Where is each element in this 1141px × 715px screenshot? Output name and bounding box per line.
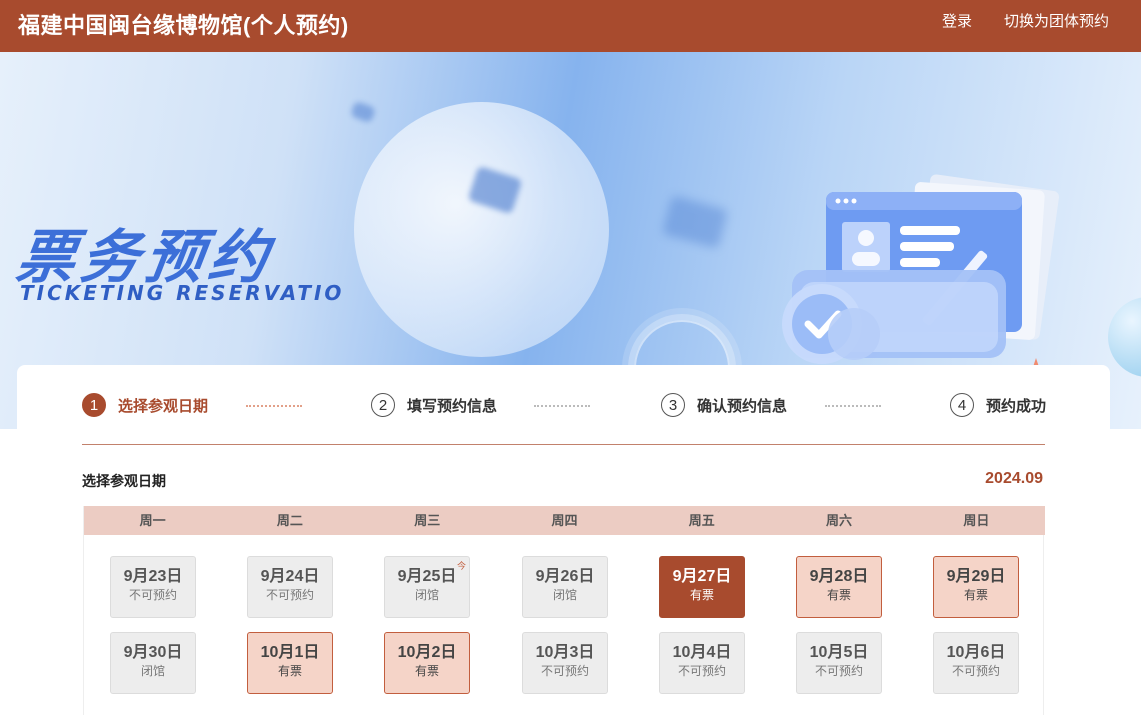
day-date: 9月27日	[672, 568, 732, 585]
switch-group-link[interactable]: 切换为团体预约	[1004, 0, 1109, 44]
weekday-header: 周一 周二 周三 周四 周五 周六 周日	[84, 506, 1045, 535]
current-month: 2024.09	[985, 470, 1043, 487]
header-nav: 登录 切换为团体预约	[942, 0, 1109, 44]
day-status: 不可预约	[540, 664, 589, 678]
calendar-day[interactable]: 9月23日不可预约	[110, 556, 196, 618]
weekday-label: 周一	[139, 513, 166, 528]
calendar-day[interactable]: 9月27日有票	[659, 556, 745, 618]
step-fill-info: 2 填写预约信息	[371, 393, 497, 417]
day-status: 闭馆	[140, 664, 165, 678]
day-date: 9月30日	[123, 644, 183, 661]
today-mark: 今	[456, 561, 466, 571]
day-status: 有票	[963, 588, 988, 602]
calendar-day[interactable]: 10月5日不可预约	[796, 632, 882, 694]
ticket-blur-decoration	[349, 100, 377, 124]
day-date: 9月28日	[809, 568, 869, 585]
calendar-day[interactable]: 9月29日有票	[933, 556, 1019, 618]
calendar-day[interactable]: 10月1日有票	[247, 632, 333, 694]
day-date: 10月3日	[535, 644, 595, 661]
step-label: 选择参观日期	[118, 397, 209, 415]
day-date: 9月24日	[260, 568, 320, 585]
calendar-day[interactable]: 9月28日有票	[796, 556, 882, 618]
page-title: 福建中国闽台缘博物馆(个人预约)	[18, 13, 349, 38]
day-status: 不可预约	[128, 588, 177, 602]
calendar-day[interactable]: 9月26日闭馆	[522, 556, 608, 618]
progress-steps: 1 选择参观日期 2 填写预约信息 3 确认预约信息 4 预约成功	[17, 365, 1110, 429]
day-date: 10月4日	[672, 644, 732, 661]
step-connector	[534, 405, 590, 407]
day-status: 有票	[277, 664, 302, 678]
step-number: 4	[950, 393, 974, 417]
step-success: 4 预约成功	[950, 393, 1046, 417]
banner-title-en: TICKETING RESERVATIO	[20, 281, 345, 305]
weekday-label: 周五	[688, 513, 715, 528]
step-number: 3	[661, 393, 685, 417]
day-date: 9月26日	[535, 568, 595, 585]
calendar-day[interactable]: 10月6日不可预约	[933, 632, 1019, 694]
day-date: 10月1日	[260, 644, 320, 661]
day-status: 不可预约	[951, 664, 1000, 678]
calendar-day[interactable]: 10月2日有票	[384, 632, 470, 694]
step-confirm-info: 3 确认预约信息	[661, 393, 787, 417]
weekday-label: 周二	[276, 513, 303, 528]
weekday-label: 周四	[551, 513, 578, 528]
step-connector	[825, 405, 881, 407]
calendar-day[interactable]: 10月3日不可预约	[522, 632, 608, 694]
calendar-day[interactable]: 10月4日不可预约	[659, 632, 745, 694]
day-status: 不可预约	[814, 664, 863, 678]
step-label: 填写预约信息	[407, 397, 498, 415]
day-date: 9月29日	[946, 568, 1006, 585]
day-status: 不可预约	[265, 588, 314, 602]
day-status: 有票	[414, 664, 439, 678]
day-status: 有票	[826, 588, 851, 602]
day-status: 有票	[689, 588, 714, 602]
weekday-label: 周六	[826, 513, 853, 528]
login-link[interactable]: 登录	[942, 0, 972, 44]
step-label: 预约成功	[986, 397, 1047, 415]
ticket-blur-decoration	[661, 195, 729, 249]
step-label: 确认预约信息	[697, 397, 788, 415]
day-status: 闭馆	[552, 588, 577, 602]
step-connector	[246, 405, 302, 407]
banner-circle-decoration	[354, 102, 609, 357]
step-select-date: 1 选择参观日期	[82, 393, 208, 417]
step-number: 2	[371, 393, 395, 417]
section-divider	[82, 444, 1045, 445]
calendar-day[interactable]: 9月24日不可预约	[247, 556, 333, 618]
calendar-day[interactable]: 9月25日 闭馆今	[384, 556, 470, 618]
top-header: 福建中国闽台缘博物馆(个人预约) 登录 切换为团体预约	[0, 0, 1141, 52]
section-title: 选择参观日期	[82, 473, 166, 489]
calendar-day[interactable]: 9月30日闭馆	[110, 632, 196, 694]
day-date: 9月23日	[123, 568, 183, 585]
day-status: 不可预约	[677, 664, 726, 678]
weekday-label: 周三	[414, 513, 441, 528]
day-date: 10月2日	[397, 644, 457, 661]
step-number: 1	[82, 393, 106, 417]
weekday-label: 周日	[963, 513, 990, 528]
date-calendar: 周一 周二 周三 周四 周五 周六 周日 9月23日 不可预约 9月24日 不可预约 9…	[83, 506, 1045, 715]
day-status: 闭馆	[414, 588, 439, 602]
day-date: 10月5日	[809, 644, 869, 661]
bubble-decoration	[1108, 297, 1141, 377]
day-date: 10月6日	[946, 644, 1006, 661]
